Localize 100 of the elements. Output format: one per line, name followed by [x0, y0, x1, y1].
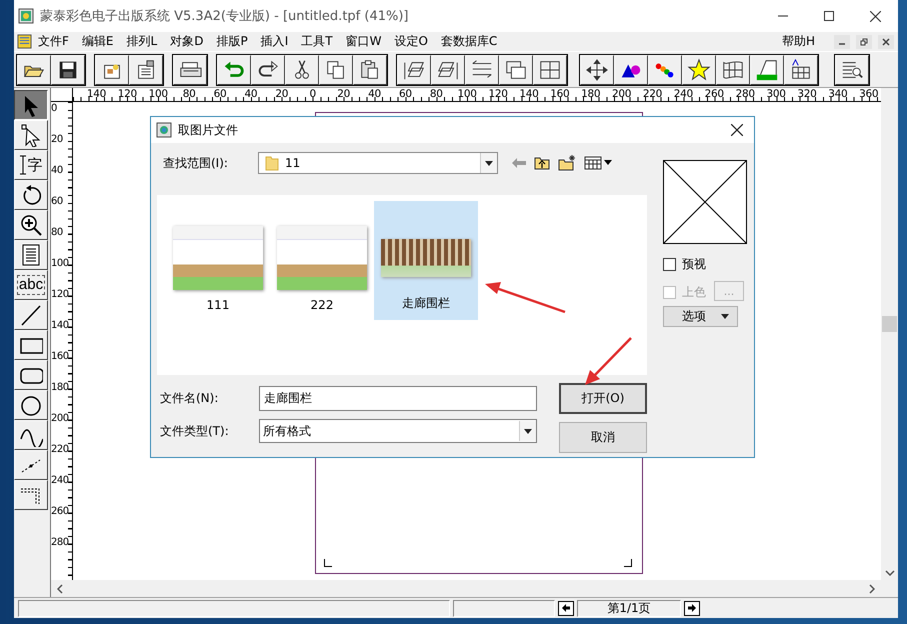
folder-up-icon[interactable] — [534, 156, 550, 170]
menu-item[interactable]: 排列L — [126, 33, 158, 50]
dialog-title: 取图片文件 — [178, 122, 238, 138]
file-type-dropdown[interactable]: 所有格式 — [259, 419, 537, 443]
window-title: 蒙泰彩色电子出版系统 V5.3A2(专业版) - [untitled.tpf (41%)] — [40, 8, 408, 25]
ruler-label: 40 — [51, 164, 64, 178]
ruler-label: 120 — [51, 288, 70, 302]
chevron-right-icon[interactable] — [869, 584, 875, 594]
split-button[interactable] — [533, 54, 567, 84]
ruler-label: 20 — [274, 88, 290, 101]
chevron-down-icon[interactable] — [884, 570, 894, 576]
file-item[interactable]: 走廊围栏 — [374, 201, 478, 320]
align-button[interactable] — [465, 54, 499, 84]
file-item[interactable]: 111 — [166, 201, 270, 320]
paste-button[interactable] — [353, 54, 387, 84]
color-button[interactable] — [648, 54, 682, 84]
menu-item[interactable]: 套数据库C — [440, 33, 498, 50]
ruler-label: 280 — [734, 88, 756, 101]
menu-item[interactable]: 排版P — [216, 33, 248, 50]
maximize-icon — [824, 11, 834, 21]
ruler-label: 140 — [51, 319, 70, 333]
move-button[interactable] — [580, 54, 614, 84]
ruler-label: 160 — [51, 350, 70, 364]
shapes-button[interactable] — [614, 54, 648, 84]
ruler-label: 40 — [367, 88, 382, 101]
view-menu-icon[interactable] — [584, 156, 612, 170]
ruler-label: 20 — [51, 133, 64, 147]
shadow-icon — [755, 58, 779, 82]
help-menu[interactable]: 帮助H — [782, 33, 815, 50]
ruler-label: 80 — [428, 88, 444, 101]
menu-item[interactable]: 对象D — [170, 33, 204, 50]
ruler-label: 40 — [244, 88, 258, 101]
menu-item[interactable]: 编辑E — [82, 33, 114, 50]
file-item[interactable]: 222 — [270, 201, 374, 320]
previous-page-button[interactable] — [558, 600, 574, 616]
arrow-left-icon — [561, 603, 571, 613]
open-button[interactable] — [17, 54, 51, 84]
menu-item[interactable]: 设定O — [394, 33, 428, 50]
ruler-label: 0 — [51, 102, 58, 116]
ruler-label: 200 — [51, 412, 70, 426]
ruler-label: 20 — [336, 88, 351, 101]
ruler-label: 260 — [704, 88, 725, 101]
bring-front-button[interactable] — [397, 54, 431, 84]
group-button[interactable] — [499, 54, 533, 84]
redo-button[interactable] — [251, 54, 285, 84]
ruler-label: 300 — [765, 88, 787, 101]
close-icon — [870, 10, 880, 22]
send-back-button[interactable] — [431, 54, 465, 84]
tool-button[interactable]: abc — [14, 270, 48, 300]
ruler-label: 140 — [518, 88, 540, 101]
node-pointer-icon — [19, 123, 43, 147]
dialog-button[interactable]: 取消 — [559, 422, 647, 453]
shadow-button[interactable] — [750, 54, 784, 84]
chevron-left-icon[interactable] — [57, 584, 63, 594]
ruler-label: 260 — [51, 505, 70, 519]
ruler-label: 240 — [51, 474, 70, 488]
ruler-label: 80 — [51, 226, 64, 240]
file-name-field[interactable]: 走廊围栏 — [259, 386, 537, 411]
page-indicator: 第1/1页 — [577, 600, 681, 616]
ruler-label: 100 — [148, 88, 169, 101]
folder-dropdown[interactable]: 11 — [258, 152, 498, 174]
export-image-button[interactable] — [129, 54, 163, 84]
new-folder-icon[interactable] — [558, 155, 576, 171]
copy-button[interactable] — [319, 54, 353, 84]
menu-item[interactable]: 窗口W — [346, 33, 382, 50]
minimize-button[interactable] — [834, 34, 850, 48]
ruler-label: 120 — [487, 88, 509, 101]
cut-button[interactable] — [285, 54, 319, 84]
undo-button[interactable] — [217, 54, 251, 84]
folder-icon — [265, 155, 279, 171]
restore-button[interactable] — [856, 34, 872, 48]
zoom-in-icon — [19, 213, 43, 237]
scroll-thumb[interactable] — [882, 316, 897, 332]
ruler-label: 200 — [611, 88, 632, 101]
tool-button[interactable] — [14, 90, 48, 120]
table-button[interactable] — [784, 54, 818, 84]
arrow-right-icon — [687, 603, 697, 613]
menu-item[interactable]: 文件F — [38, 33, 69, 50]
document-icon — [17, 34, 32, 49]
close-button[interactable] — [878, 34, 894, 48]
preview-checkbox[interactable]: 预视 — [663, 256, 747, 273]
caret-down-icon — [721, 314, 729, 319]
save-button[interactable] — [51, 54, 85, 84]
line-icon — [19, 303, 43, 327]
next-page-button[interactable] — [684, 600, 700, 616]
menu-item[interactable]: 插入I — [260, 33, 288, 50]
envelope-button[interactable] — [716, 54, 750, 84]
text-cursor-icon — [20, 155, 26, 175]
options-button[interactable]: 选项 — [663, 306, 738, 327]
close-icon — [882, 38, 890, 46]
star-button[interactable] — [682, 54, 716, 84]
tool-button[interactable]: 字 — [14, 150, 48, 180]
restore-icon — [860, 38, 868, 46]
ruler-label: 80 — [182, 88, 196, 101]
dialog-icon — [156, 122, 172, 138]
import-image-button[interactable] — [95, 54, 129, 84]
menu-item[interactable]: 工具T — [301, 33, 333, 50]
dialog-button[interactable]: 打开(O) — [559, 383, 647, 414]
close-icon — [731, 124, 743, 136]
ruler-label: 220 — [642, 88, 664, 101]
